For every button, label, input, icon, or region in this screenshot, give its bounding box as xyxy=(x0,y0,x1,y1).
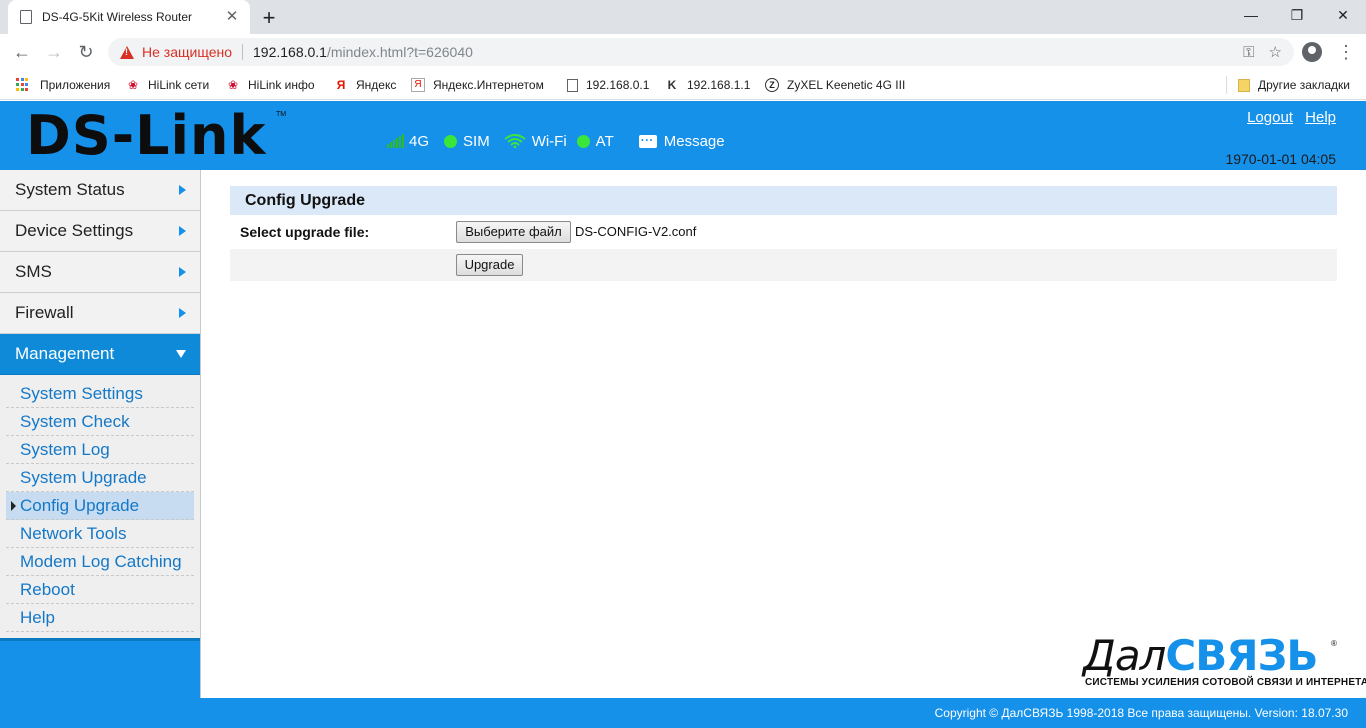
key-icon[interactable]: ⚿ xyxy=(1243,44,1254,61)
sim-label: SIM xyxy=(463,132,490,150)
network-type: 4G xyxy=(409,132,430,150)
security-warning[interactable]: Не защищено xyxy=(142,44,232,60)
chevron-right-icon xyxy=(179,267,186,277)
select-file-row: Select upgrade file: Выберите файл DS-CO… xyxy=(230,217,1337,247)
submenu-system-log[interactable]: System Log xyxy=(6,436,194,464)
star-icon[interactable]: ☆ xyxy=(1269,43,1282,61)
wifi-icon xyxy=(504,134,526,148)
main-content: Config Upgrade Select upgrade file: Выбе… xyxy=(202,170,1366,698)
yandex-icon: Я xyxy=(336,78,346,92)
browser-tab[interactable]: DS-4G-5Kit Wireless Router ✕ xyxy=(8,0,250,34)
browser-toolbar: ← → ↻ Не защищено 192.168.0.1/mindex.htm… xyxy=(0,34,1366,70)
brand-wordmark: ДалСВЯЗЬ xyxy=(1083,631,1318,680)
apps-grid-icon xyxy=(16,78,30,92)
submenu-system-upgrade[interactable]: System Upgrade xyxy=(6,464,194,492)
submenu-config-upgrade[interactable]: Config Upgrade xyxy=(6,492,194,520)
chevron-down-icon xyxy=(176,350,186,358)
submenu-network-tools[interactable]: Network Tools xyxy=(6,520,194,548)
restore-icon[interactable]: ❐ xyxy=(1274,0,1320,30)
wifi-label: Wi-Fi xyxy=(531,132,567,150)
sim-status-icon xyxy=(444,134,458,148)
upgrade-button[interactable]: Upgrade xyxy=(456,254,523,276)
folder-icon xyxy=(1238,78,1250,92)
yandex-internetometr-icon: Я xyxy=(411,78,425,92)
menu-sms[interactable]: SMS xyxy=(0,252,200,293)
at-label: AT xyxy=(595,132,614,150)
bookmark-hilink-info[interactable]: ❀ HiLink инфо xyxy=(226,76,315,94)
omnibox-divider xyxy=(242,44,243,60)
select-file-label: Select upgrade file: xyxy=(240,224,370,240)
bookmark-yandex[interactable]: Я Яндекс xyxy=(334,76,397,94)
profile-avatar-icon[interactable] xyxy=(1302,42,1322,62)
submenu-help[interactable]: Help xyxy=(6,604,194,632)
url-path: /mindex.html?t=626040 xyxy=(326,44,473,60)
submenu-reboot[interactable]: Reboot xyxy=(6,576,194,604)
page-footer: Copyright © ДалСВЯЗЬ 1998-2018 Все права… xyxy=(0,698,1366,728)
help-link[interactable]: Help xyxy=(1305,109,1336,126)
back-icon[interactable]: ← xyxy=(9,39,35,65)
warning-icon xyxy=(120,45,134,59)
signal-strength-icon xyxy=(387,134,404,148)
browser-tab-strip: DS-4G-5Kit Wireless Router ✕ + — ❐ ✕ xyxy=(0,0,1366,34)
status-bar: 4G SIM Wi-Fi AT Message xyxy=(387,130,725,151)
router-header: DS-Link TM 4G SIM Wi-Fi AT Message Logou… xyxy=(0,101,1366,170)
bookmarks-divider xyxy=(1226,76,1227,94)
message-icon[interactable] xyxy=(638,130,657,148)
choose-file-button[interactable]: Выберите файл xyxy=(456,221,571,243)
page-title: Config Upgrade xyxy=(230,186,1337,215)
brand-registered-mark: ® xyxy=(1331,639,1337,648)
keenetic-icon: K xyxy=(667,78,677,92)
minimize-icon[interactable]: — xyxy=(1228,0,1274,30)
submenu-modem-log-catching[interactable]: Modem Log Catching xyxy=(6,548,194,576)
message-link[interactable]: Message xyxy=(664,133,725,150)
menu-management[interactable]: Management xyxy=(0,334,200,375)
ds-link-logo: DS-Link xyxy=(26,104,267,167)
menu-firewall[interactable]: Firewall xyxy=(0,293,200,334)
zyxel-icon: Z xyxy=(765,78,779,92)
logo-trademark: TM xyxy=(276,111,287,118)
chevron-right-icon xyxy=(179,308,186,318)
huawei-icon: ❀ xyxy=(127,78,139,92)
address-bar[interactable]: Не защищено 192.168.0.1/mindex.html?t=62… xyxy=(108,38,1294,66)
device-datetime: 1970-01-01 04:05 xyxy=(1225,151,1336,167)
bookmark-yandex-internetometr[interactable]: Я Яндекс.Интернетом xyxy=(411,76,551,94)
upgrade-row: Upgrade xyxy=(230,249,1337,281)
reload-icon[interactable]: ↻ xyxy=(73,39,99,65)
page-icon xyxy=(20,10,32,24)
menu-device-settings[interactable]: Device Settings xyxy=(0,211,200,252)
at-status-icon xyxy=(576,134,590,148)
chevron-right-icon xyxy=(179,185,186,195)
dalsvyaz-logo: ДалСВЯЗЬ ® СИСТЕМЫ УСИЛЕНИЯ СОТОВОЙ СВЯЗ… xyxy=(1083,631,1366,691)
url-host: 192.168.0.1 xyxy=(253,44,327,60)
new-tab-button[interactable]: + xyxy=(256,5,282,31)
sidebar: System Status Device Settings SMS Firewa… xyxy=(0,170,201,698)
brand-tagline: СИСТЕМЫ УСИЛЕНИЯ СОТОВОЙ СВЯЗИ И ИНТЕРНЕ… xyxy=(1085,677,1366,688)
page-icon xyxy=(567,78,578,92)
menu-system-status[interactable]: System Status xyxy=(0,170,200,211)
bookmark-192-168-1-1[interactable]: K 192.168.1.1 xyxy=(665,76,751,94)
header-links: Logout Help xyxy=(1239,109,1336,126)
logout-link[interactable]: Logout xyxy=(1247,109,1293,126)
bookmark-192-168-0-1[interactable]: 192.168.0.1 xyxy=(567,76,649,94)
bookmarks-bar: Приложения ❀ HiLink сети ❀ HiLink инфо Я… xyxy=(0,70,1366,100)
huawei-icon: ❀ xyxy=(227,78,239,92)
close-window-icon[interactable]: ✕ xyxy=(1320,0,1366,30)
management-submenu: System Settings System Check System Log … xyxy=(0,375,200,632)
bookmark-other[interactable]: Другие закладки xyxy=(1238,76,1350,94)
sidebar-footer-band xyxy=(0,638,200,698)
bookmark-zyxel-keenetic[interactable]: Z ZyXEL Keenetic 4G III xyxy=(765,76,905,94)
submenu-system-settings[interactable]: System Settings xyxy=(6,380,194,408)
submenu-system-check[interactable]: System Check xyxy=(6,408,194,436)
tab-close-icon[interactable]: ✕ xyxy=(224,9,240,25)
bookmark-apps[interactable]: Приложения xyxy=(16,76,110,94)
selected-file-name: DS-CONFIG-V2.conf xyxy=(575,224,697,239)
bookmark-hilink-networks[interactable]: ❀ HiLink сети xyxy=(126,76,209,94)
browser-menu-icon[interactable]: ⋮ xyxy=(1336,40,1356,64)
tab-title: DS-4G-5Kit Wireless Router xyxy=(42,10,193,24)
forward-icon[interactable]: → xyxy=(41,39,67,65)
chevron-right-icon xyxy=(179,226,186,236)
